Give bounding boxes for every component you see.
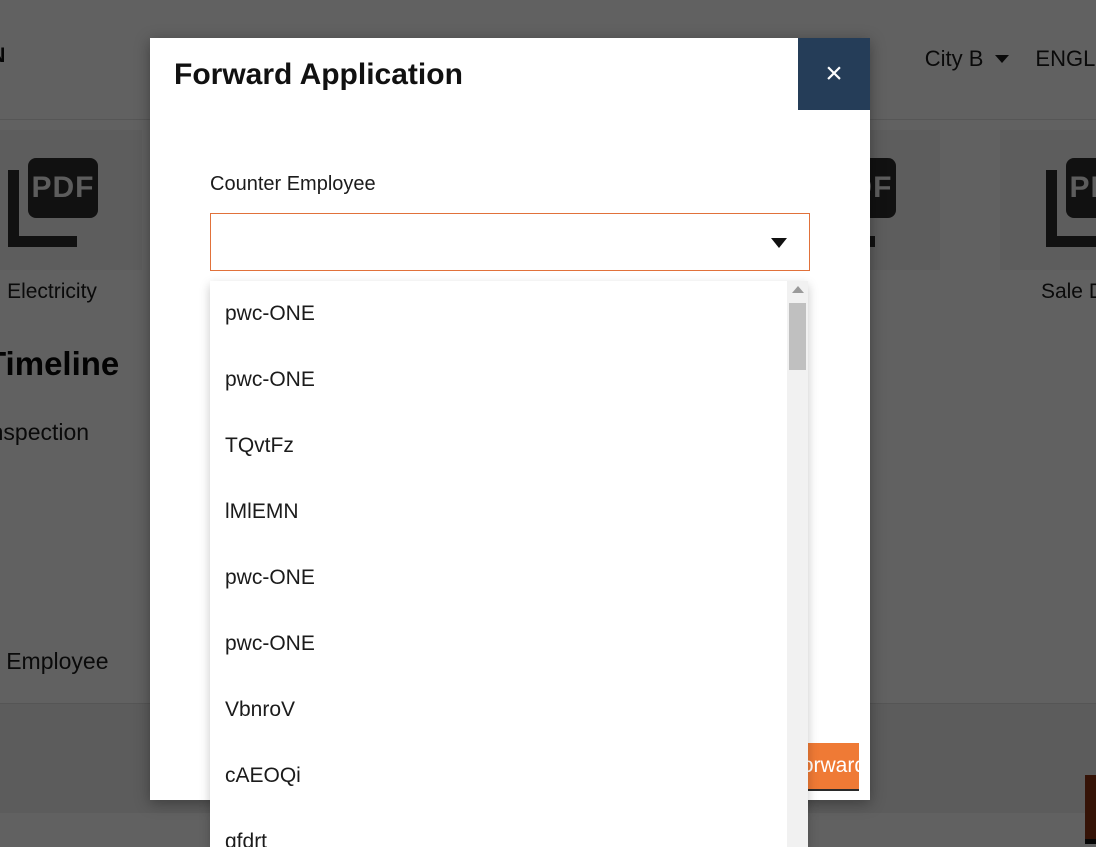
scroll-up-arrow-icon[interactable] bbox=[787, 281, 808, 298]
close-icon[interactable]: × bbox=[798, 38, 870, 110]
dropdown-scrollbar[interactable] bbox=[786, 281, 808, 847]
dropdown-option[interactable]: lMlEMN bbox=[210, 479, 786, 545]
dropdown-option[interactable]: gfdrt bbox=[210, 809, 786, 847]
dropdown-option[interactable]: cAEOQi bbox=[210, 743, 786, 809]
counter-employee-dropdown: pwc-ONEpwc-ONETQvtFzlMlEMNpwc-ONEpwc-ONE… bbox=[210, 281, 808, 847]
dropdown-option[interactable]: TQvtFz bbox=[210, 413, 786, 479]
dropdown-option[interactable]: pwc-ONE bbox=[210, 347, 786, 413]
chevron-down-icon bbox=[771, 238, 787, 248]
dropdown-option-list[interactable]: pwc-ONEpwc-ONETQvtFzlMlEMNpwc-ONEpwc-ONE… bbox=[210, 281, 786, 847]
dropdown-option[interactable]: pwc-ONE bbox=[210, 611, 786, 677]
dropdown-option[interactable]: pwc-ONE bbox=[210, 281, 786, 347]
counter-employee-label: Counter Employee bbox=[210, 173, 376, 196]
dropdown-option[interactable]: VbnroV bbox=[210, 677, 786, 743]
modal-title: Forward Application bbox=[174, 58, 463, 92]
counter-employee-select[interactable] bbox=[210, 213, 810, 271]
scrollbar-thumb[interactable] bbox=[789, 303, 806, 370]
dropdown-option[interactable]: pwc-ONE bbox=[210, 545, 786, 611]
